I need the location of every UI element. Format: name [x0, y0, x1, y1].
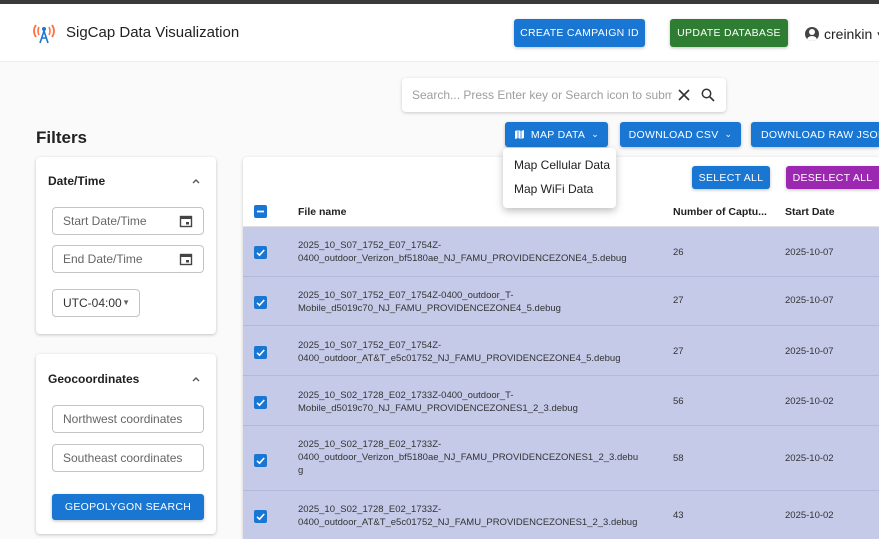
- create-campaign-button[interactable]: CREATE CAMPAIGN ID: [514, 19, 645, 47]
- start-datetime-placeholder: Start Date/Time: [63, 214, 147, 228]
- geocoordinates-filter-panel: Geocoordinates Northwest coordinates Sou…: [36, 354, 216, 534]
- search-bar: [402, 78, 726, 112]
- end-datetime-field[interactable]: End Date/Time: [52, 245, 204, 273]
- start-date-cell: 2025-10-07: [785, 247, 834, 258]
- map-icon: [514, 130, 524, 139]
- calendar-icon[interactable]: [179, 252, 193, 266]
- datetime-panel-title: Date/Time: [48, 174, 106, 188]
- app-bar: SigCap Data Visualization CREATE CAMPAIG…: [0, 4, 879, 62]
- datetime-filter-panel: Date/Time Start Date/Time End Date/Time …: [36, 157, 216, 334]
- menu-item-map-wifi[interactable]: Map WiFi Data: [514, 182, 593, 196]
- chevron-down-icon: ⌄: [591, 129, 600, 139]
- northwest-coordinates-field[interactable]: Northwest coordinates: [52, 405, 204, 433]
- antenna-signal-icon: [33, 24, 55, 44]
- download-csv-label: DOWNLOAD CSV: [628, 128, 719, 141]
- download-raw-json-button[interactable]: DOWNLOAD RAW JSON: [751, 122, 879, 147]
- user-menu[interactable]: creinkin ▾: [805, 26, 879, 42]
- file-name-cell: 2025_10_S07_1752_E07_1754Z-0400_outdoor_…: [298, 340, 621, 364]
- table-row[interactable]: 2025_10_S07_1752_E07_1754Z-0400_outdoor_…: [243, 326, 879, 376]
- file-name-cell: 2025_10_S07_1752_E07_1754Z-0400_outdoor_…: [298, 290, 561, 314]
- search-icon[interactable]: [696, 83, 720, 107]
- map-data-menu: Map Cellular Data Map WiFi Data: [503, 148, 616, 208]
- calendar-icon[interactable]: [179, 214, 193, 228]
- start-date-cell: 2025-10-02: [785, 510, 834, 521]
- update-database-button[interactable]: UPDATE DATABASE: [670, 19, 788, 47]
- close-icon[interactable]: [672, 83, 696, 107]
- chevron-down-icon: ⌄: [724, 129, 733, 139]
- southeast-placeholder: Southeast coordinates: [63, 451, 183, 465]
- table-row[interactable]: 2025_10_S02_1728_E02_1733Z-0400_outdoor_…: [243, 426, 879, 491]
- table-row[interactable]: 2025_10_S02_1728_E02_1733Z-0400_outdoor_…: [243, 491, 879, 539]
- chevron-down-icon: ▼: [122, 298, 130, 307]
- filters-heading: Filters: [36, 128, 88, 147]
- map-data-label: MAP DATA: [530, 128, 586, 141]
- chevron-up-icon[interactable]: [190, 175, 202, 187]
- file-name-cell: 2025_10_S02_1728_E02_1733Z-0400_outdoor_…: [298, 504, 638, 528]
- captures-cell: 27: [673, 346, 684, 357]
- download-csv-button[interactable]: DOWNLOAD CSV ⌄: [620, 122, 741, 147]
- file-name-cell: 2025_10_S02_1728_E02_1733Z-0400_outdoor_…: [298, 439, 639, 476]
- start-date-cell: 2025-10-07: [785, 295, 834, 306]
- timezone-value: UTC-04:00: [63, 296, 122, 310]
- checkbox-checked-icon[interactable]: [254, 396, 267, 409]
- table-row[interactable]: 2025_10_S07_1752_E07_1754Z-0400_outdoor_…: [243, 227, 879, 277]
- menu-item-map-cellular[interactable]: Map Cellular Data: [514, 158, 610, 172]
- deselect-all-button[interactable]: DESELECT ALL: [786, 166, 879, 189]
- checkbox-checked-icon[interactable]: [254, 246, 267, 259]
- checkbox-checked-icon[interactable]: [254, 454, 267, 467]
- southeast-coordinates-field[interactable]: Southeast coordinates: [52, 444, 204, 472]
- map-data-button[interactable]: MAP DATA ⌄: [505, 122, 608, 147]
- select-all-button[interactable]: SELECT ALL: [692, 166, 770, 189]
- checkbox-indeterminate-icon[interactable]: [254, 205, 267, 218]
- geo-panel-title: Geocoordinates: [48, 372, 140, 386]
- start-date-cell: 2025-10-07: [785, 346, 834, 357]
- captures-cell: 43: [673, 510, 684, 521]
- checkbox-checked-icon[interactable]: [254, 346, 267, 359]
- username: creinkin: [824, 26, 873, 42]
- start-date-cell: 2025-10-02: [785, 453, 834, 464]
- end-datetime-placeholder: End Date/Time: [63, 252, 143, 266]
- geopolygon-search-button[interactable]: GEOPOLYGON SEARCH: [52, 494, 204, 520]
- start-datetime-field[interactable]: Start Date/Time: [52, 207, 204, 235]
- files-table: SELECT ALL DESELECT ALL File name Number…: [243, 157, 879, 539]
- captures-cell: 27: [673, 295, 684, 306]
- table-row[interactable]: 2025_10_S07_1752_E07_1754Z-0400_outdoor_…: [243, 277, 879, 326]
- captures-cell: 56: [673, 396, 684, 407]
- file-name-cell: 2025_10_S07_1752_E07_1754Z-0400_outdoor_…: [298, 240, 627, 264]
- account-circle-icon: [805, 27, 819, 41]
- captures-cell: 26: [673, 247, 684, 258]
- column-header-start-date[interactable]: Start Date: [785, 206, 835, 218]
- start-date-cell: 2025-10-02: [785, 396, 834, 407]
- column-header-file-name[interactable]: File name: [298, 206, 346, 218]
- column-header-captures[interactable]: Number of Captu...: [673, 206, 767, 218]
- northwest-placeholder: Northwest coordinates: [63, 412, 183, 426]
- file-name-cell: 2025_10_S02_1728_E02_1733Z-0400_outdoor_…: [298, 390, 578, 414]
- timezone-select[interactable]: UTC-04:00 ▼: [52, 289, 140, 317]
- checkbox-checked-icon[interactable]: [254, 296, 267, 309]
- app-title: SigCap Data Visualization: [66, 24, 240, 41]
- table-row[interactable]: 2025_10_S02_1728_E02_1733Z-0400_outdoor_…: [243, 376, 879, 426]
- chevron-up-icon[interactable]: [190, 373, 202, 385]
- search-input[interactable]: [412, 88, 672, 102]
- checkbox-checked-icon[interactable]: [254, 510, 267, 523]
- captures-cell: 58: [673, 453, 684, 464]
